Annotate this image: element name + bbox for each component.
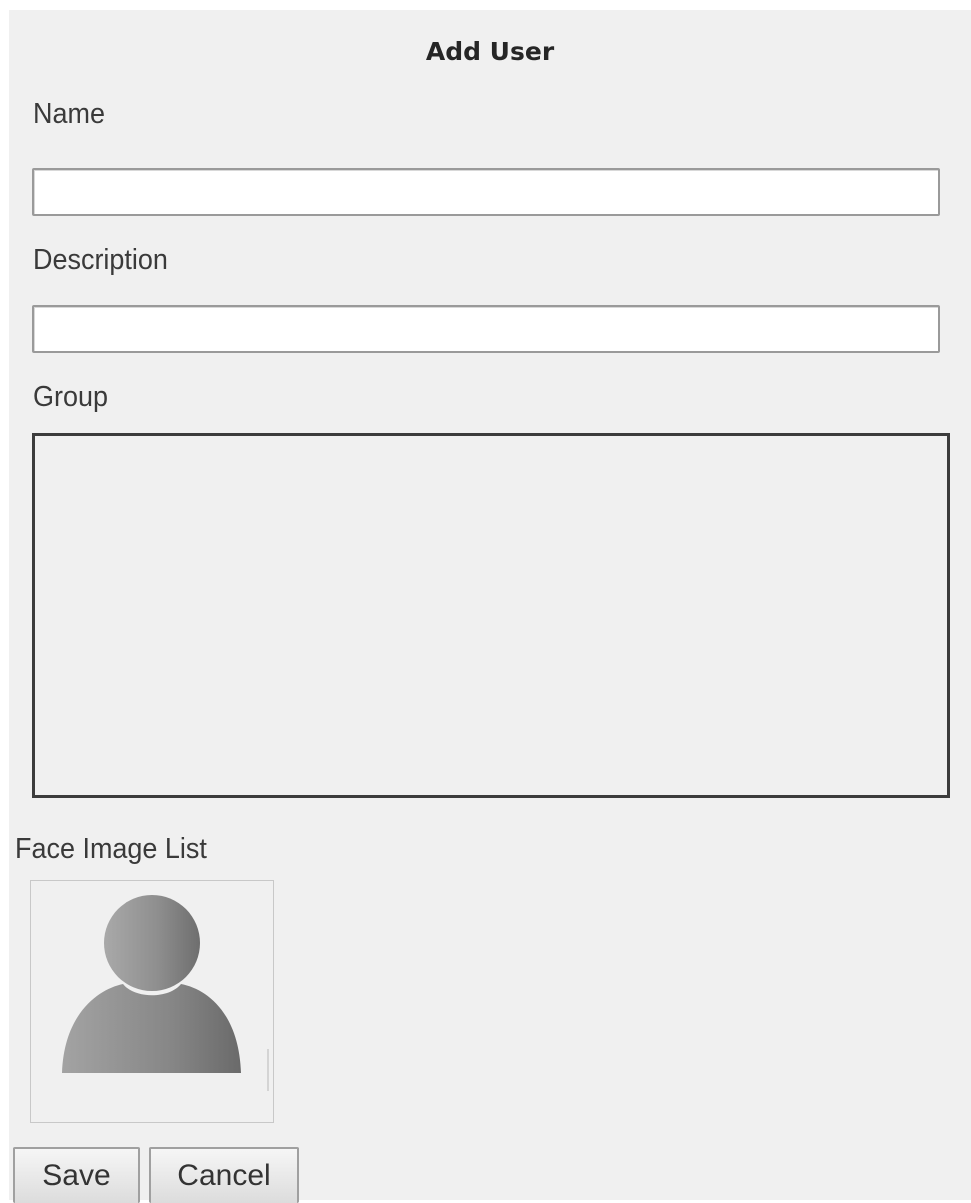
save-button[interactable]: Save [13,1147,140,1203]
group-list[interactable] [32,433,950,798]
description-label: Description [33,244,168,276]
group-label: Group [33,381,108,413]
face-image-tile[interactable] [30,880,274,1123]
cancel-button[interactable]: Cancel [149,1147,299,1203]
dialog-title: Add User [425,37,555,66]
add-user-dialog: Add User Name Description Group Face Ima… [9,10,971,1203]
name-label: Name [33,98,105,130]
face-image-list-label: Face Image List [15,833,207,865]
user-silhouette-icon [62,895,269,1091]
name-field[interactable] [32,168,940,216]
description-field[interactable] [32,305,940,353]
